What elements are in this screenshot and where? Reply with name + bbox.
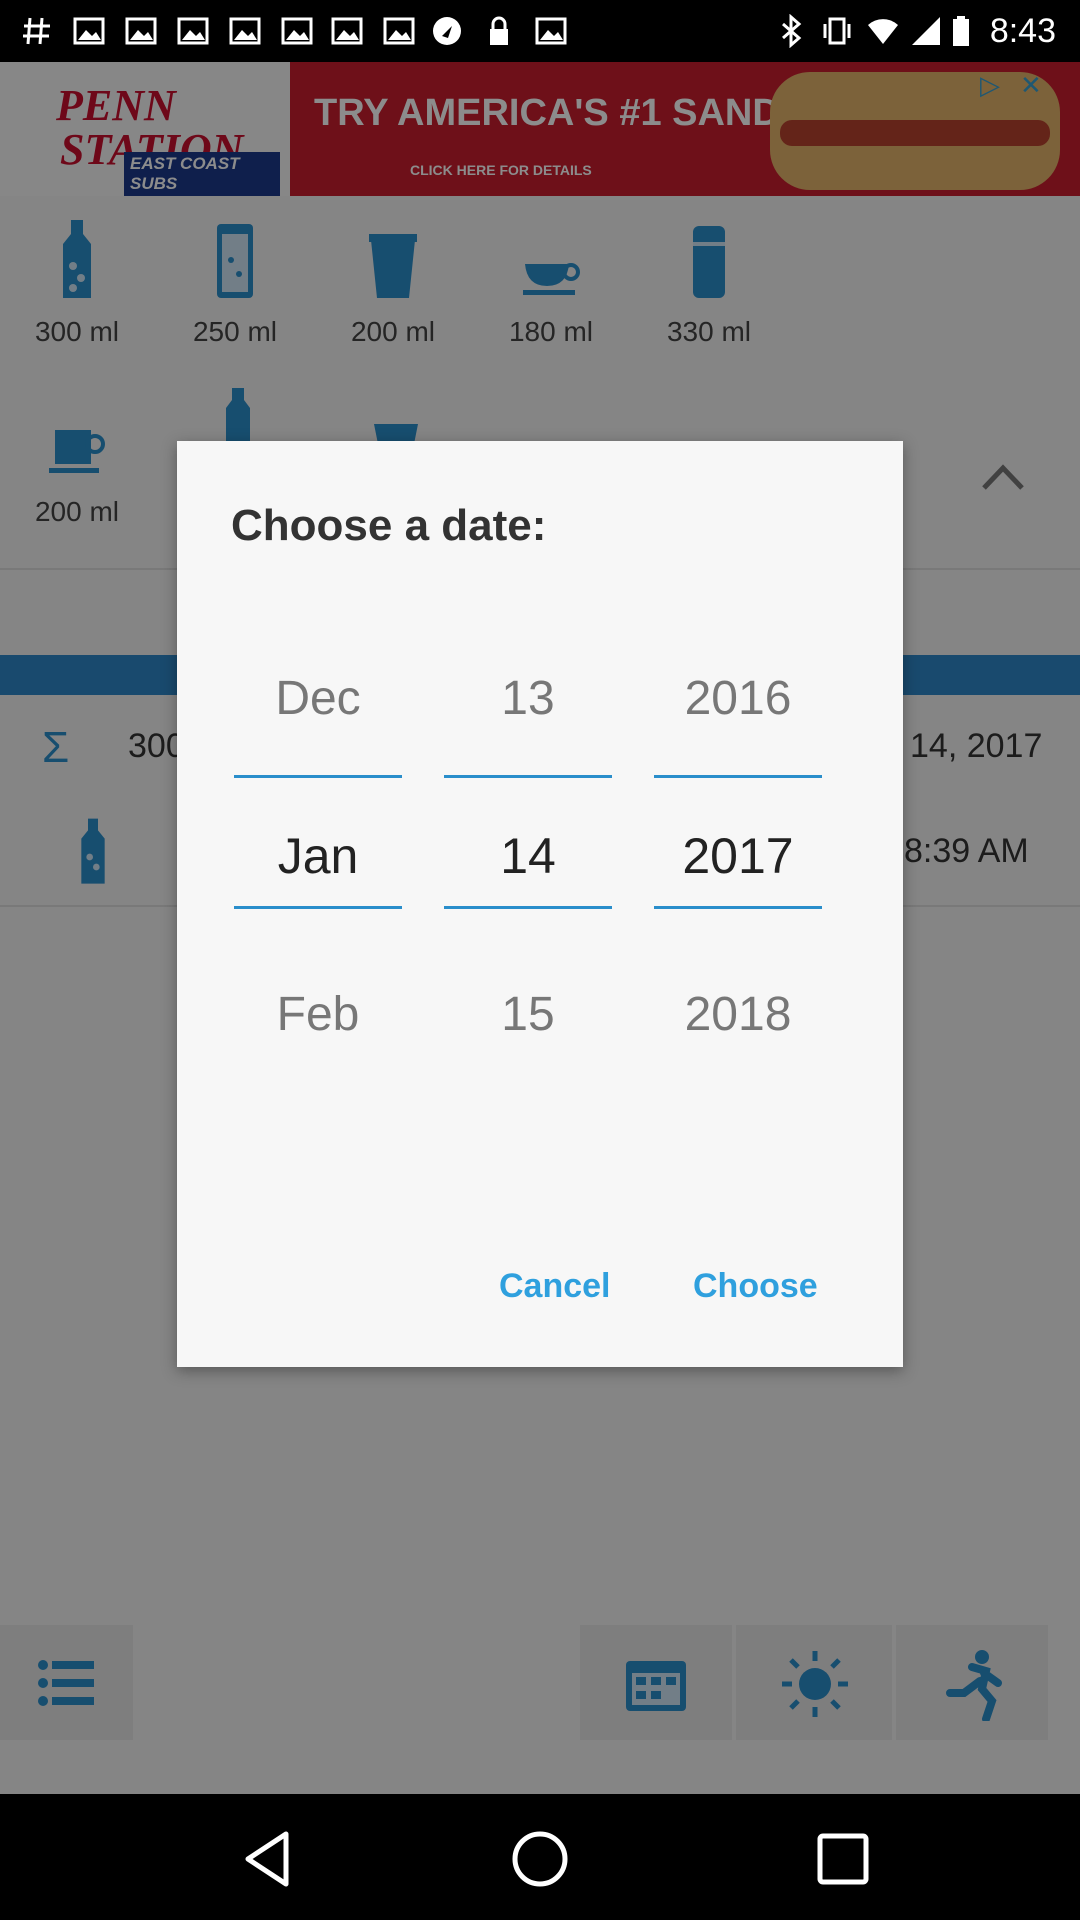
year-next[interactable]: 2018 <box>654 987 822 1042</box>
lock-icon <box>490 16 508 45</box>
navigation-icon <box>433 17 461 45</box>
image-icon <box>281 17 313 45</box>
picker-divider <box>444 775 612 778</box>
month-picker[interactable]: Dec Jan Feb <box>234 671 402 1121</box>
clock: 8:43 <box>989 12 1056 50</box>
month-next[interactable]: Feb <box>234 987 402 1042</box>
day-picker[interactable]: 13 14 15 <box>444 671 612 1121</box>
month-prev[interactable]: Dec <box>234 671 402 726</box>
photo-icon <box>535 17 567 45</box>
home-icon[interactable] <box>505 1824 575 1894</box>
battery-icon <box>953 16 969 46</box>
wifi-icon <box>868 19 898 44</box>
picker-divider <box>234 775 402 778</box>
month-current[interactable]: Jan <box>234 827 402 885</box>
year-prev[interactable]: 2016 <box>654 671 822 726</box>
recents-icon[interactable] <box>808 1824 878 1894</box>
back-icon[interactable] <box>234 1824 304 1894</box>
picker-divider <box>654 906 822 909</box>
year-picker[interactable]: 2016 2017 2018 <box>654 671 822 1121</box>
signal-icon <box>912 17 940 45</box>
year-current[interactable]: 2017 <box>654 827 822 885</box>
hash-icon <box>23 17 50 45</box>
choose-button[interactable]: Choose <box>693 1267 818 1306</box>
image-icon <box>73 17 105 45</box>
picker-divider <box>234 906 402 909</box>
day-current[interactable]: 14 <box>444 827 612 885</box>
image-icon <box>229 17 261 45</box>
image-icon <box>383 17 415 45</box>
picker-divider <box>654 775 822 778</box>
day-next[interactable]: 15 <box>444 987 612 1042</box>
dialog-title: Choose a date: <box>231 501 547 550</box>
vibrate-icon <box>823 17 851 45</box>
bluetooth-icon <box>782 14 802 48</box>
day-prev[interactable]: 13 <box>444 671 612 726</box>
image-icon <box>177 17 209 45</box>
date-picker-dialog: Choose a date: Dec Jan Feb 13 14 15 2016… <box>177 441 903 1367</box>
picker-divider <box>444 906 612 909</box>
status-bar: 8:43 <box>0 0 1080 62</box>
image-icon <box>331 17 363 45</box>
image-icon <box>125 17 157 45</box>
navigation-bar <box>0 1794 1080 1920</box>
cancel-button[interactable]: Cancel <box>499 1267 611 1306</box>
